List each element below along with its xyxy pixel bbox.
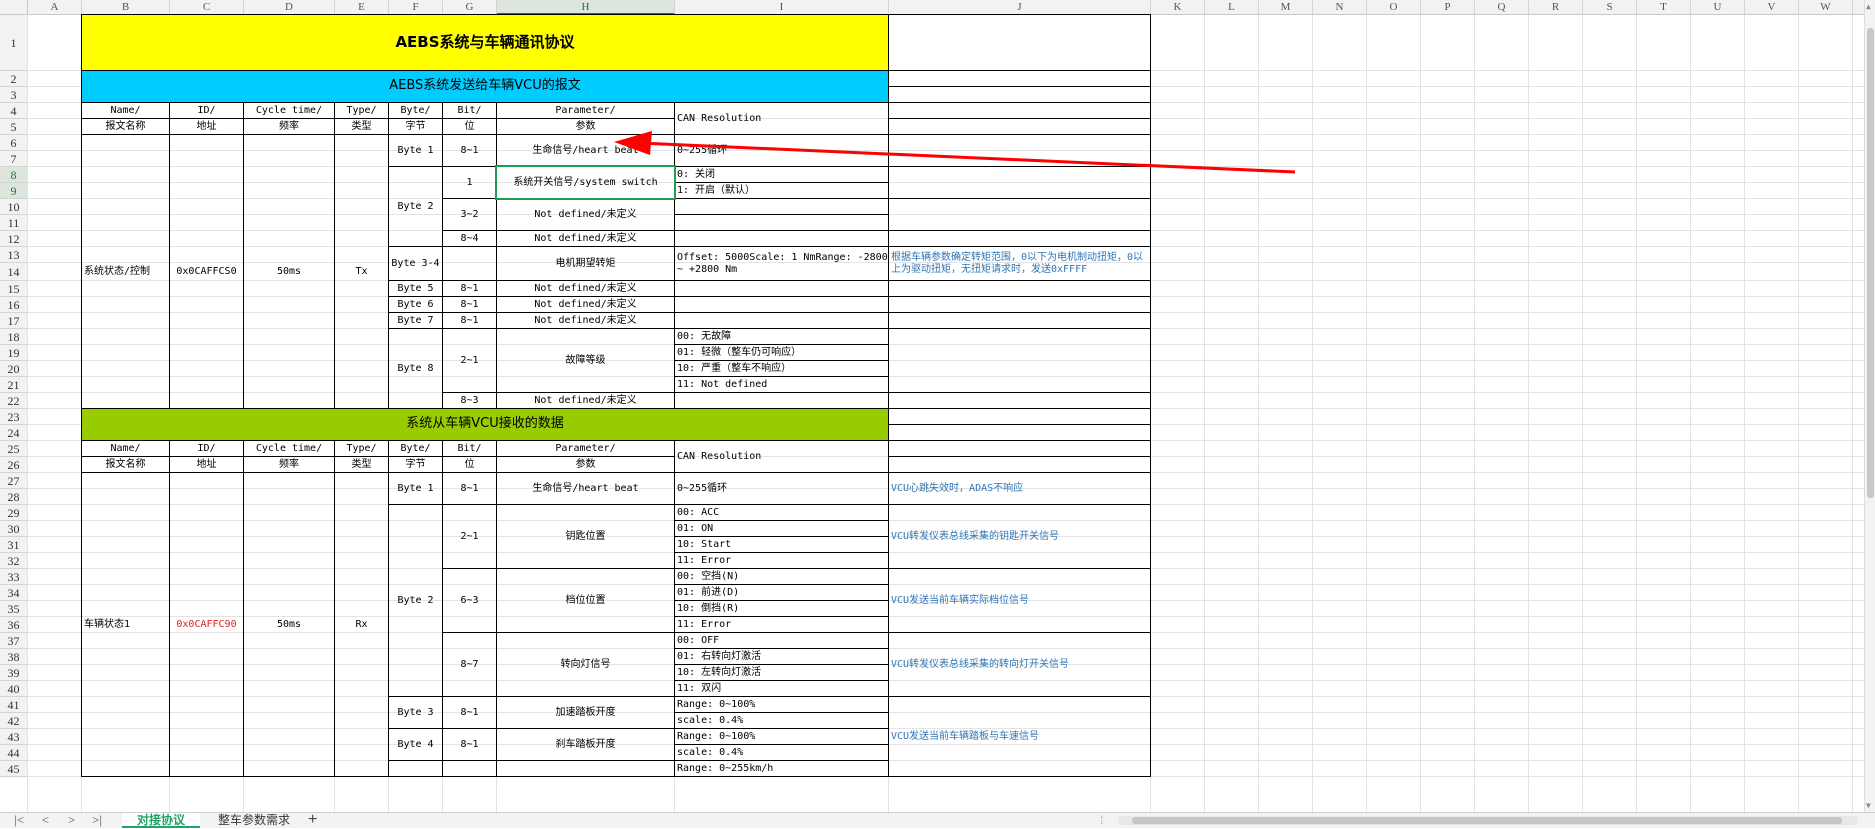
add-sheet-icon[interactable]: + [308, 811, 317, 829]
spreadsheet-grid[interactable]: ABCDEFGHIJKLMNOPQRSTUVWX 123456789101112… [0, 0, 1864, 812]
vertical-scroll-thumb[interactable] [1867, 28, 1874, 498]
tab-active-sheet[interactable]: 对接协议 [122, 813, 200, 828]
arrow-shaft [639, 141, 1296, 174]
horizontal-scrollbar[interactable] [1118, 816, 1858, 825]
tab-vehicle-params[interactable]: 整车参数需求 [206, 813, 302, 828]
vertical-scrollbar[interactable]: ▲ ▼ [1864, 0, 1875, 812]
last-sheet-icon[interactable]: >| [92, 813, 102, 828]
next-sheet-icon[interactable]: > [68, 813, 75, 828]
scroll-up-icon[interactable]: ▲ [1866, 2, 1871, 11]
sheet-tab-bar: |< < > >| 对接协议 整车参数需求 + ⁞ [0, 811, 1875, 829]
horizontal-scroll-thumb[interactable] [1132, 817, 1842, 824]
red-arrow-annotation [614, 131, 1296, 174]
first-sheet-icon[interactable]: |< [14, 813, 24, 828]
tab-split-handle[interactable]: ⁞ [1100, 813, 1103, 828]
arrow-head [614, 131, 652, 155]
prev-sheet-icon[interactable]: < [42, 813, 49, 828]
scroll-down-icon[interactable]: ▼ [1866, 801, 1871, 810]
